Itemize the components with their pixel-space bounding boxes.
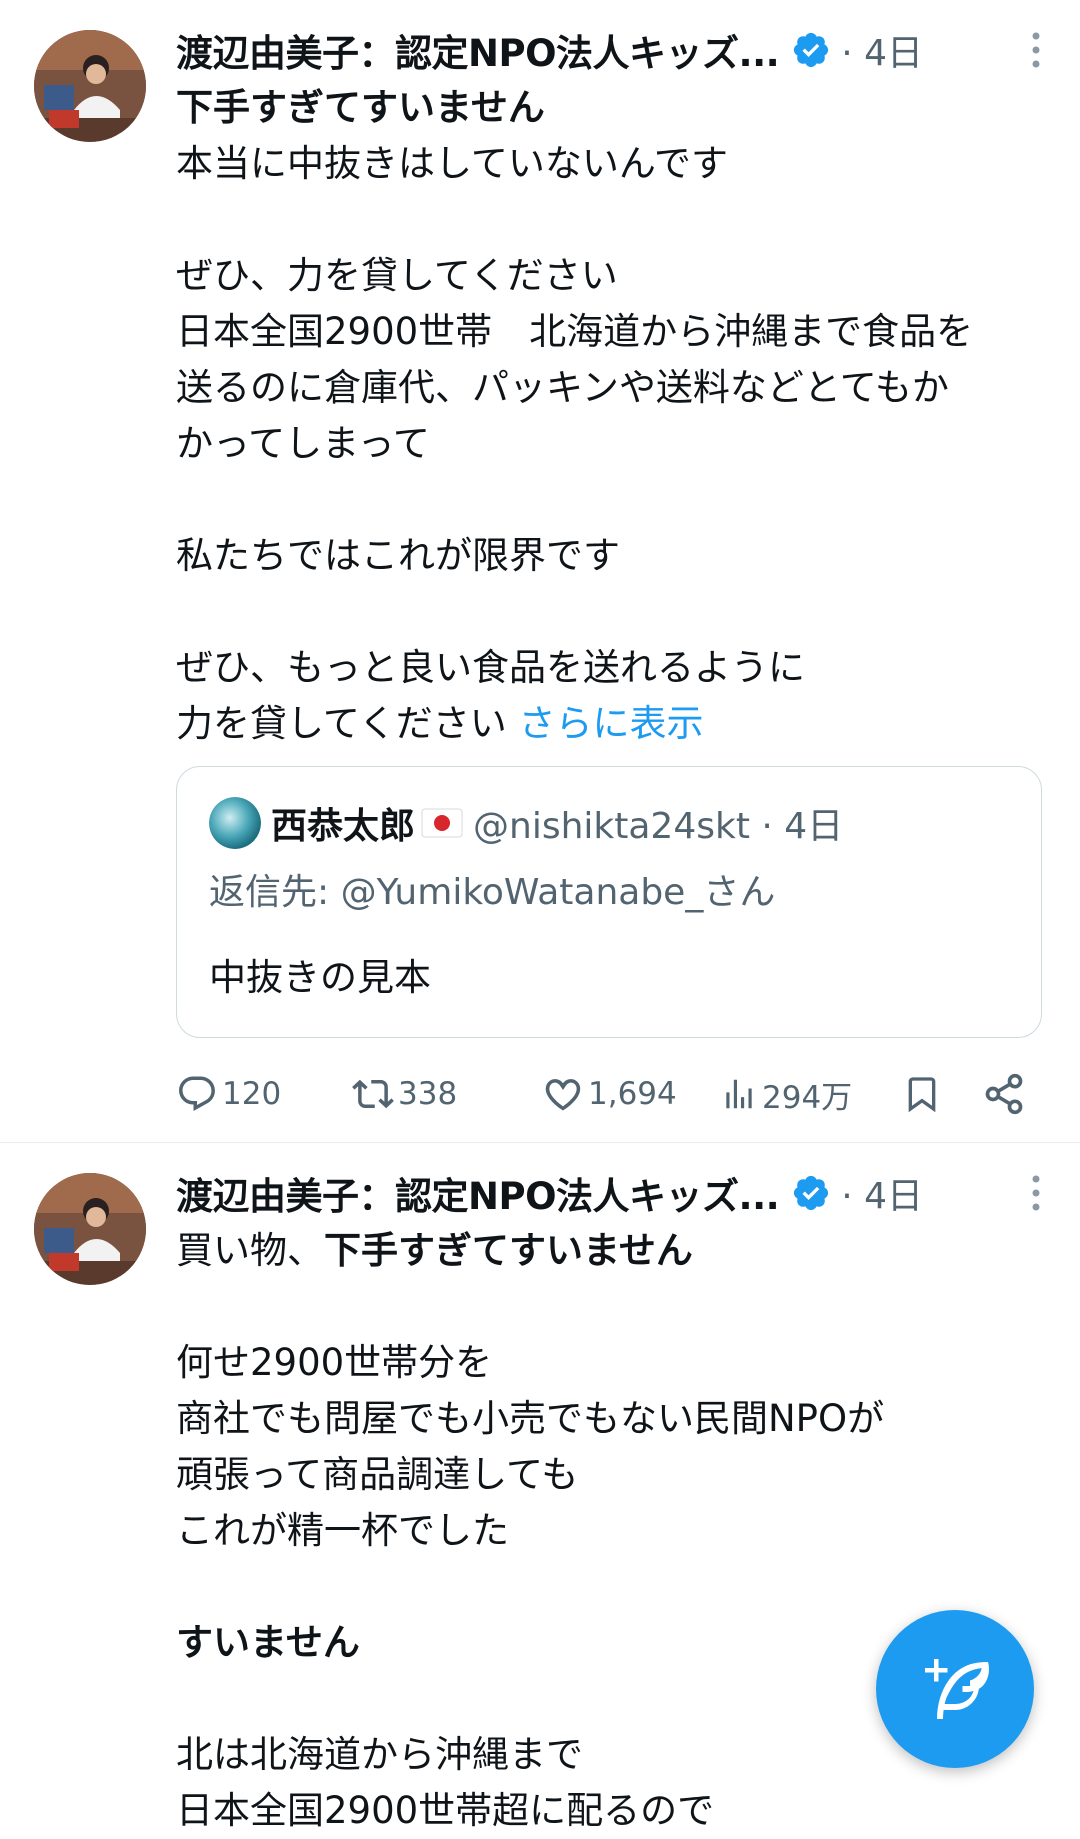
tweet-time[interactable]: · 4日 xyxy=(841,1167,923,1219)
tweet-blank-line xyxy=(176,1559,1056,1615)
retweet-button[interactable]: 338 xyxy=(352,1064,457,1124)
more-icon[interactable] xyxy=(1026,1171,1046,1215)
quote-text: 中抜きの見本 xyxy=(209,956,431,999)
tweet-body: 下手すぎてすいません 本当に中抜きはしていないんです ぜひ、力を貸してください … xyxy=(176,80,1056,752)
verified-badge-icon xyxy=(794,1175,829,1211)
tweet-line: 何せ2900世帯分を xyxy=(176,1341,493,1384)
tweet-1[interactable]: 渡辺由美子：認定NPO法人キッズ... · 4日 下手すぎてすいません 本当に中… xyxy=(0,0,1080,1140)
tweet-time[interactable]: · 4日 xyxy=(841,24,923,76)
tweet-line: 商社でも問屋でも小売でもない民間NPOが xyxy=(176,1397,885,1440)
author-avatar[interactable] xyxy=(34,1173,146,1285)
tweet-header: 渡辺由美子：認定NPO法人キッズ... · 4日 xyxy=(176,22,1046,78)
author-name[interactable]: 渡辺由美子：認定NPO法人キッズ... xyxy=(176,1166,780,1220)
compose-button[interactable] xyxy=(876,1610,1034,1768)
tweet-line: 日本全国2900世帯 北海道から沖縄まで食品を xyxy=(176,310,974,353)
author-name[interactable]: 渡辺由美子：認定NPO法人キッズ... xyxy=(176,23,780,77)
show-more-link[interactable]: さらに表示 xyxy=(519,702,704,745)
tweet-blank-line xyxy=(176,472,1056,528)
compose-icon xyxy=(925,1659,989,1719)
tweet-actions: 120 338 1,694 294万 xyxy=(176,1064,1046,1124)
retweet-icon xyxy=(352,1079,394,1109)
like-button[interactable]: 1,694 xyxy=(542,1064,677,1124)
share-icon[interactable] xyxy=(982,1072,1026,1116)
tweet-line: 私たちではこれが限界です xyxy=(176,534,620,577)
views-icon xyxy=(726,1079,752,1109)
tweet-blank-line xyxy=(176,192,1056,248)
views-count: 294万 xyxy=(762,1079,853,1116)
retweet-count: 338 xyxy=(398,1076,458,1112)
more-icon[interactable] xyxy=(1026,28,1046,72)
tweet-blank-line xyxy=(176,584,1056,640)
tweet-line: 送るのに倉庫代、パッキンや送料などとてもか xyxy=(176,366,949,409)
quote-reply-to: 返信先: @YumikoWatanabe_さん xyxy=(209,872,776,913)
like-icon xyxy=(545,1079,581,1111)
tweet-line: 頑張って商品調達しても xyxy=(176,1453,579,1496)
reply-count: 120 xyxy=(222,1076,282,1112)
tweet-header: 渡辺由美子：認定NPO法人キッズ... · 4日 xyxy=(176,1165,1046,1221)
like-count: 1,694 xyxy=(588,1076,677,1112)
quote-avatar[interactable] xyxy=(209,797,261,849)
tweet-line: かってしまって xyxy=(176,422,430,465)
quote-author-name[interactable]: 西恭太郎 xyxy=(271,797,415,849)
bookmark-icon[interactable] xyxy=(902,1072,942,1116)
reply-button[interactable]: 120 xyxy=(176,1064,281,1124)
tweet-line: 本当に中抜きはしていないんです xyxy=(176,142,729,185)
tweet-line-bold: 下手すぎてすいません xyxy=(324,1229,693,1272)
japan-flag-icon xyxy=(421,808,463,838)
tweet-line: ぜひ、力を貸してください xyxy=(176,254,618,297)
verified-badge-icon xyxy=(794,32,829,68)
tweet-line-last: 力を貸してください さらに表示 xyxy=(176,696,1056,752)
tweet-blank-line xyxy=(176,1279,1056,1335)
author-avatar[interactable] xyxy=(34,30,146,142)
tweet-line-text: 力を貸してください xyxy=(176,702,507,745)
quoted-tweet[interactable]: 西恭太郎 @nishikta24skt · 4日 返信先: @YumikoWat… xyxy=(176,766,1042,1038)
quote-header: 西恭太郎 @nishikta24skt · 4日 xyxy=(209,795,843,851)
tweet-line: これが精一杯でした xyxy=(176,1509,509,1552)
tweet-line-first: 買い物、下手すぎてすいません xyxy=(176,1223,1056,1279)
views-button[interactable]: 294万 xyxy=(720,1064,852,1124)
quote-author-handle[interactable]: @nishikta24skt · 4日 xyxy=(473,797,843,849)
tweet-line: 下手すぎてすいません xyxy=(176,86,545,129)
reply-icon xyxy=(179,1076,215,1111)
tweet-line: ぜひ、もっと良い食品を送れるように xyxy=(176,646,805,689)
tweet-line-text: 買い物、 xyxy=(176,1229,324,1272)
